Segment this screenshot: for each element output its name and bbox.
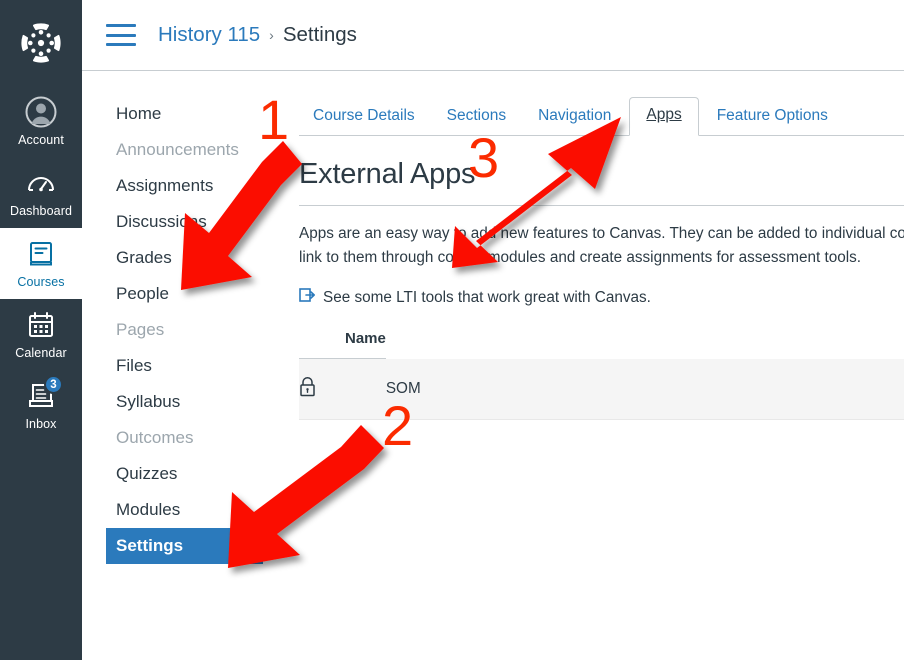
tab-sections[interactable]: Sections xyxy=(433,99,520,136)
breadcrumb: History 115 › Settings xyxy=(82,0,904,71)
course-nav-item-syllabus[interactable]: Syllabus xyxy=(106,384,286,420)
course-navigation: Home Announcements Assignments Discussio… xyxy=(106,96,286,564)
tab-feature-options[interactable]: Feature Options xyxy=(703,99,842,136)
content-column: Course Details Sections Navigation Apps … xyxy=(299,95,904,660)
app-lock-icon xyxy=(299,358,386,420)
course-nav-item-home[interactable]: Home xyxy=(106,96,286,132)
main-region: History 115 › Settings Home Announcement… xyxy=(82,0,904,660)
global-nav-label: Account xyxy=(18,133,64,147)
external-apps-table: Name SOM xyxy=(299,330,904,420)
column-header-name: Name xyxy=(299,330,386,359)
user-avatar-icon xyxy=(24,95,58,129)
course-nav-item-announcements[interactable]: Announcements xyxy=(106,132,286,168)
course-nav-item-people[interactable]: People xyxy=(106,276,286,312)
breadcrumb-separator: › xyxy=(269,27,274,43)
lti-tools-link-text: See some LTI tools that work great with … xyxy=(323,288,651,306)
settings-tablist: Course Details Sections Navigation Apps … xyxy=(299,95,904,136)
inbox-tray-icon: 3 xyxy=(24,375,63,413)
page-title: External Apps xyxy=(299,158,904,206)
hamburger-menu-icon[interactable] xyxy=(106,24,136,46)
calendar-icon xyxy=(24,308,58,342)
inbox-unread-badge: 3 xyxy=(44,375,63,394)
course-nav-item-quizzes[interactable]: Quizzes xyxy=(106,456,286,492)
app-name: SOM xyxy=(385,358,904,420)
lti-tools-link[interactable]: See some LTI tools that work great with … xyxy=(299,287,904,308)
intro-paragraph: Apps are an easy way to add new features… xyxy=(299,225,904,266)
book-icon xyxy=(24,237,58,271)
global-nav-item-courses[interactable]: Courses xyxy=(0,228,82,299)
dashboard-gauge-icon xyxy=(24,166,58,200)
global-nav-item-inbox[interactable]: 3 Inbox xyxy=(0,370,82,441)
course-nav-item-assignments[interactable]: Assignments xyxy=(106,168,286,204)
tab-navigation[interactable]: Navigation xyxy=(524,99,625,136)
breadcrumb-current: Settings xyxy=(282,23,357,46)
course-nav-item-files[interactable]: Files xyxy=(106,348,286,384)
external-link-icon xyxy=(299,287,316,308)
global-nav-label: Inbox xyxy=(25,417,57,431)
global-nav-item-account[interactable]: Account xyxy=(0,86,82,157)
course-nav-item-discussions[interactable]: Discussions xyxy=(106,204,286,240)
global-navigation: Account Dashboard Courses Calendar 3 Inb… xyxy=(0,0,82,660)
global-nav-label: Dashboard xyxy=(9,204,73,218)
course-nav-item-outcomes[interactable]: Outcomes xyxy=(106,420,286,456)
course-nav-item-settings[interactable]: Settings xyxy=(106,528,263,564)
global-nav-item-calendar[interactable]: Calendar xyxy=(0,299,82,370)
course-nav-item-modules[interactable]: Modules xyxy=(106,492,286,528)
canvas-logo-icon[interactable] xyxy=(0,0,82,86)
table-header-row: Name xyxy=(299,330,904,359)
global-nav-label: Calendar xyxy=(15,346,67,360)
course-nav-item-grades[interactable]: Grades xyxy=(106,240,286,276)
table-row[interactable]: SOM xyxy=(299,358,904,420)
tab-course-details[interactable]: Course Details xyxy=(299,99,429,136)
tab-apps[interactable]: Apps xyxy=(629,97,699,136)
global-nav-item-dashboard[interactable]: Dashboard xyxy=(0,157,82,228)
breadcrumb-course-link[interactable]: History 115 xyxy=(158,23,260,47)
course-nav-item-pages[interactable]: Pages xyxy=(106,312,286,348)
global-nav-label: Courses xyxy=(17,275,65,289)
